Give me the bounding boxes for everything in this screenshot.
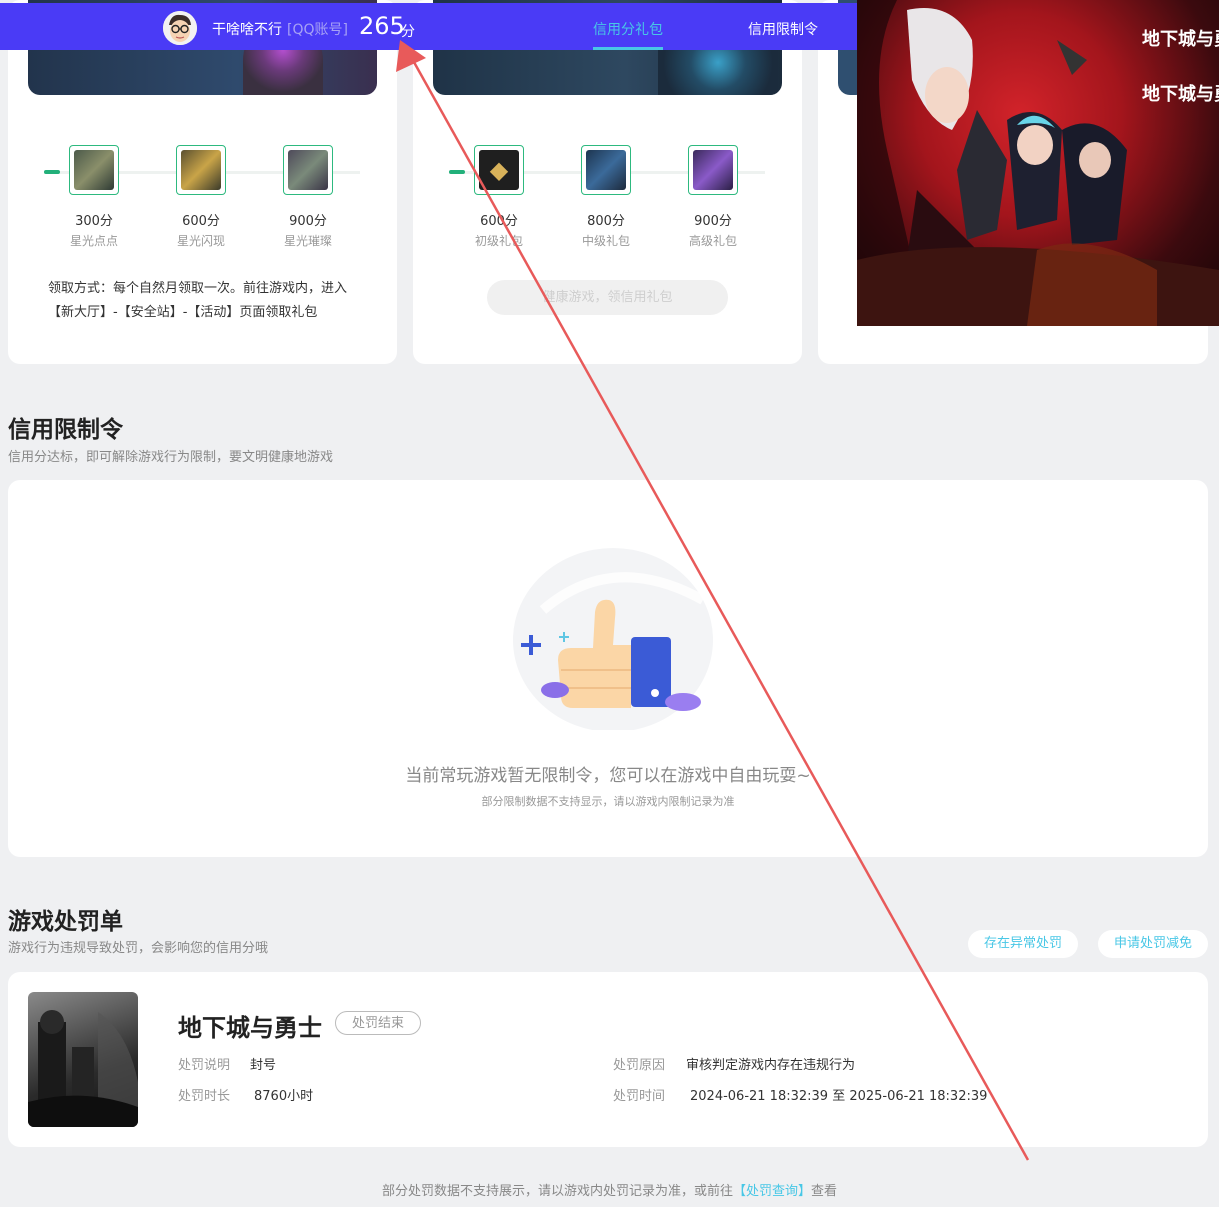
credit-score-unit: 分 [401, 24, 415, 40]
penalty-desc-value: 封号 [250, 1058, 277, 1073]
game-cover-art [28, 1010, 138, 1127]
section-subtitle-penalty: 游戏行为违规导致处罚，会影响您的信用分哦 [8, 941, 269, 956]
reward-points: 300分 [75, 214, 113, 229]
reward-name: 高级礼包 [688, 234, 737, 248]
penalty-desc-label: 处罚说明 [178, 1058, 231, 1073]
reward-track-progress [449, 170, 465, 174]
game-cover-image [28, 992, 138, 1127]
avatar-face-icon [163, 11, 197, 45]
section-title-penalty: 游戏处罚单 [8, 909, 123, 935]
section-title-restriction: 信用限制令 [8, 417, 123, 443]
footer-note-suffix: 查看 [811, 1184, 838, 1199]
reward-name: 星光闪现 [176, 234, 225, 248]
reward-item-icon[interactable] [581, 145, 631, 195]
reward-item-icon[interactable] [283, 145, 333, 195]
penalty-duration-value: 8760小时 [254, 1089, 314, 1104]
username: 干啥啥不行 [212, 22, 282, 38]
penalty-time-value: 2024-06-21 18:32:39 至 2025-06-21 18:32:3… [690, 1089, 988, 1104]
game-promo-artwork: 地下城与勇士 地下城与勇士 [857, 0, 1219, 326]
reward-name: 星光璀璨 [283, 234, 332, 248]
footer-note-text: 部分处罚数据不支持展示，请以游戏内处罚记录为准，或前往 [381, 1184, 733, 1199]
reward-item-icon[interactable]: ◆ [474, 145, 524, 195]
reward-track-progress [44, 170, 60, 174]
reward-name: 星光点点 [69, 234, 118, 248]
avatar[interactable] [163, 11, 197, 45]
game-logo-text: 地下城与勇士 [1142, 83, 1219, 105]
claim-instructions: 领取方式：每个自然月领取一次。前往游戏内，进入【新大厅】-【安全站】-【活动】页… [48, 281, 348, 320]
section-subtitle-restriction: 信用分达标，即可解除游戏行为限制，要文明健康地游戏 [8, 450, 334, 465]
reward-item-icon[interactable] [688, 145, 738, 195]
credit-score: 265 [359, 12, 405, 40]
active-tab-indicator [593, 47, 663, 50]
account-type: [QQ账号] [287, 22, 348, 38]
footer-note: 部分处罚数据不支持展示，请以游戏内处罚记录为准，或前往【处罚查询】查看 [0, 1180, 1219, 1199]
empty-state-message: 当前常玩游戏暂无限制令，您可以在游戏中自由玩耍~ [405, 766, 811, 786]
credit-reward-card-1: 300分 星光点点 600分 星光闪现 900分 星光璀璨 领取方式：每个自然月… [8, 0, 397, 364]
penalty-duration-label: 处罚时长 [178, 1089, 231, 1104]
thumbs-up-illustration-icon [513, 548, 713, 730]
reward-name: 中级礼包 [581, 234, 630, 248]
reward-points: 800分 [587, 214, 625, 229]
reward-name: 初级礼包 [474, 234, 523, 248]
reward-points: 600分 [182, 214, 220, 229]
claim-reward-button[interactable]: 健康游戏，领信用礼包 [487, 280, 728, 315]
penalty-record-card: 地下城与勇士 处罚结束 处罚说明 封号 处罚时长 8760小时 处罚原因 审核判… [8, 972, 1208, 1147]
penalty-game-name: 地下城与勇士 [178, 1014, 322, 1042]
penalty-query-link[interactable]: 【处罚查询】 [733, 1184, 811, 1199]
penalty-reason-value: 审核判定游戏内存在违规行为 [686, 1058, 856, 1073]
apply-penalty-reduction-button[interactable]: 申请处罚减免 [1098, 930, 1208, 958]
tab-credit-rewards[interactable]: 信用分礼包 [593, 19, 663, 39]
reward-points: 600分 [480, 214, 518, 229]
reward-item-icon[interactable] [69, 145, 119, 195]
reward-item-icon[interactable] [176, 145, 226, 195]
game-characters-illustration: 地下城与勇士 地下城与勇士 [857, 0, 1219, 326]
penalty-time-label: 处罚时间 [613, 1089, 666, 1104]
empty-state-note: 部分限制数据不支持显示，请以游戏内限制记录为准 [481, 795, 735, 808]
credit-reward-card-2: ◆ 600分 初级礼包 800分 中级礼包 900分 高级礼包 健康游戏，领信用… [413, 0, 802, 364]
reward-points: 900分 [289, 214, 327, 229]
penalty-reason-label: 处罚原因 [613, 1058, 666, 1073]
top-header-bar: 干啥啥不行 [QQ账号] 265 分 信用分礼包 信用限制令 [0, 3, 857, 50]
restriction-empty-card: 当前常玩游戏暂无限制令，您可以在游戏中自由玩耍~ 部分限制数据不支持显示，请以游… [8, 480, 1208, 857]
game-logo-text: 地下城与勇士 [1142, 28, 1219, 50]
abnormal-penalty-button[interactable]: 存在异常处罚 [968, 930, 1078, 958]
status-badge: 处罚结束 [335, 1011, 421, 1035]
tab-credit-restrictions[interactable]: 信用限制令 [748, 19, 818, 39]
reward-points: 900分 [694, 214, 732, 229]
